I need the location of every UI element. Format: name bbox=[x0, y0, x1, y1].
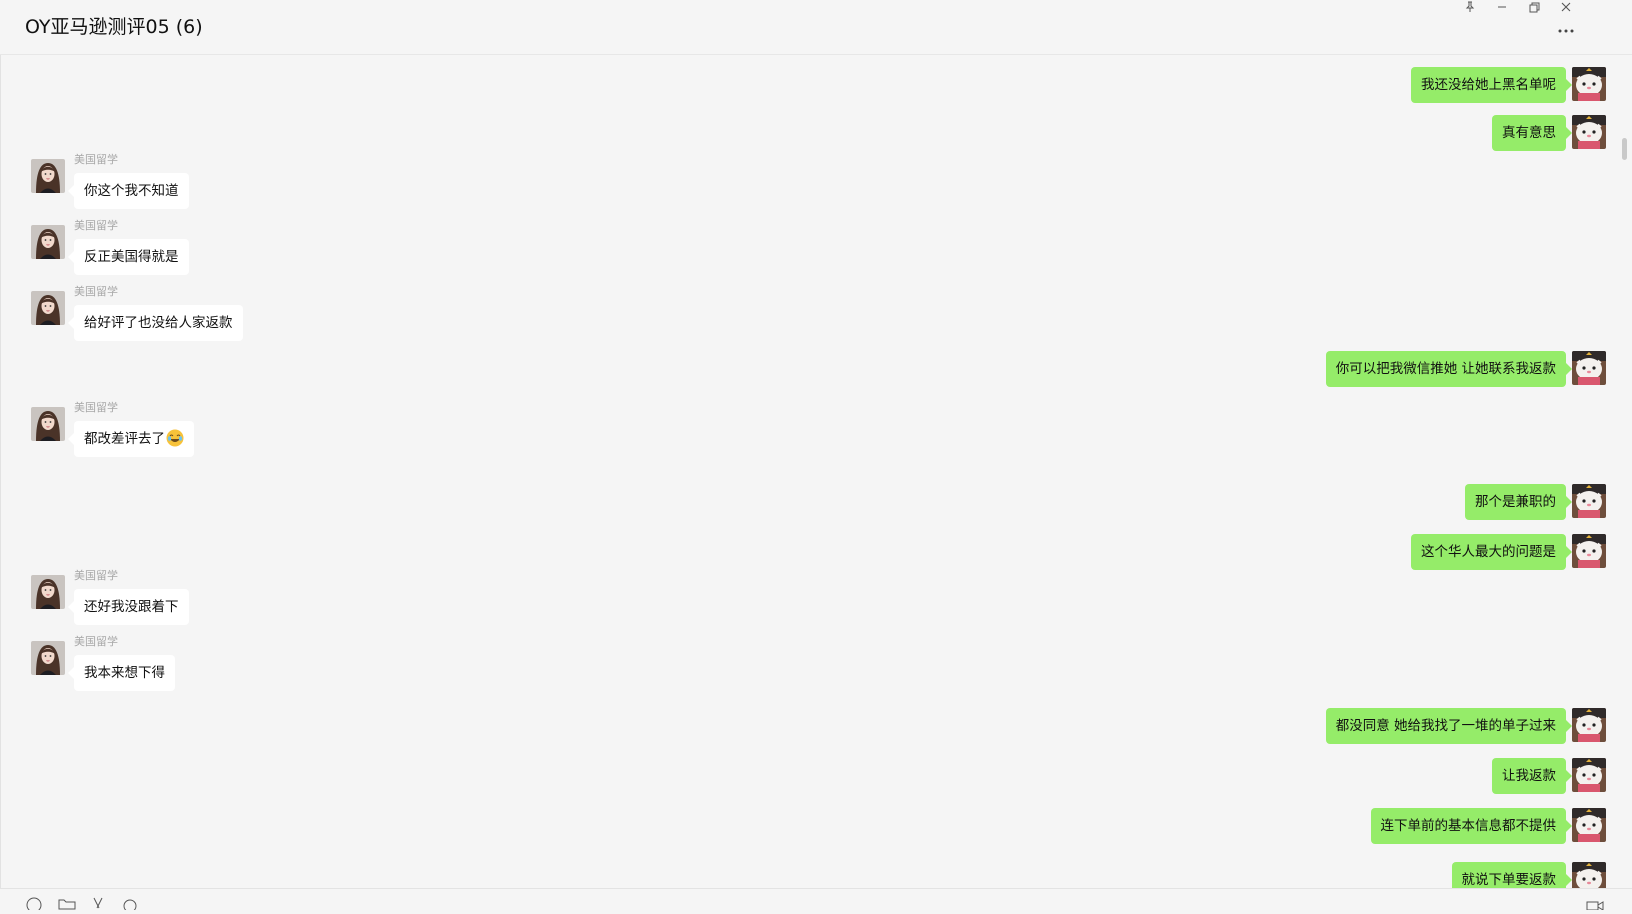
message-bubble[interactable]: 都没同意 她给我找了一堆的单子过来 bbox=[1325, 708, 1573, 744]
message-bubble[interactable]: 给好评了也没给人家返款 bbox=[68, 305, 243, 341]
scrollbar-thumb[interactable] bbox=[1622, 138, 1627, 160]
laughing-crying-emoji bbox=[166, 429, 184, 447]
message-text: 还好我没跟着下 bbox=[84, 599, 179, 615]
message-incoming: 美国留学我本来想下得 bbox=[0, 635, 1616, 701]
sender-avatar[interactable] bbox=[31, 407, 65, 441]
message-outgoing: 连下单前的基本信息都不提供 bbox=[0, 808, 1616, 868]
chat-window: OY亚马逊测评05 (6) 我还没给她上黑名单呢 真有意思 美国留学 你这个我不知道美… bbox=[0, 0, 1632, 913]
video-call-icon[interactable] bbox=[1586, 895, 1604, 911]
chat-history-icon[interactable] bbox=[122, 895, 140, 913]
close-icon[interactable] bbox=[1554, 0, 1578, 14]
sender-name: 美国留学 bbox=[74, 153, 118, 166]
message-text: 这个华人最大的问题是 bbox=[1421, 544, 1556, 560]
message-bubble[interactable]: 反正美国得就是 bbox=[68, 239, 189, 275]
self-avatar[interactable] bbox=[1572, 808, 1606, 842]
self-avatar[interactable] bbox=[1572, 758, 1606, 792]
sender-name: 美国留学 bbox=[74, 569, 118, 582]
message-bubble[interactable]: 我还没给她上黑名单呢 bbox=[1411, 67, 1572, 103]
message-incoming: 美国留学给好评了也没给人家返款 bbox=[0, 285, 1616, 351]
sender-name: 美国留学 bbox=[74, 401, 118, 414]
message-incoming: 美国留学你这个我不知道 bbox=[0, 153, 1616, 219]
message-list[interactable]: 我还没给她上黑名单呢 真有意思 美国留学 你这个我不知道 美国留学 反正美国得就是 美国留学… bbox=[0, 55, 1616, 888]
message-text: 就说下单要返款 bbox=[1461, 872, 1557, 888]
sender-name: 美国留学 bbox=[74, 285, 118, 298]
emoji-icon[interactable] bbox=[26, 895, 44, 913]
message-incoming: 美国留学反正美国得就是 bbox=[0, 219, 1616, 285]
self-avatar[interactable] bbox=[1572, 862, 1606, 888]
sender-avatar[interactable] bbox=[31, 641, 65, 675]
message-text: 你可以把我微信推她 让她联系我返款 bbox=[1335, 361, 1556, 377]
message-incoming: 美国留学都改差评去了 bbox=[0, 401, 1616, 467]
sender-avatar[interactable] bbox=[31, 575, 65, 609]
self-avatar[interactable] bbox=[1572, 67, 1606, 101]
message-text: 让我返款 bbox=[1502, 768, 1556, 784]
sender-avatar[interactable] bbox=[31, 291, 65, 325]
message-bubble[interactable]: 你可以把我微信推她 让她联系我返款 bbox=[1325, 351, 1573, 387]
title-bar: OY亚马逊测评05 (6) bbox=[0, 0, 1632, 55]
message-text: 我还没给她上黑名单呢 bbox=[1421, 77, 1556, 93]
message-bubble[interactable]: 我本来想下得 bbox=[68, 655, 175, 691]
more-icon[interactable] bbox=[1554, 22, 1578, 40]
self-avatar[interactable] bbox=[1572, 534, 1606, 568]
message-text: 反正美国得就是 bbox=[84, 249, 179, 265]
chat-title: OY亚马逊测评05 (6) bbox=[25, 16, 203, 38]
message-bubble[interactable]: 都改差评去了 bbox=[68, 421, 194, 457]
message-bubble[interactable]: 让我返款 bbox=[1492, 758, 1572, 794]
message-incoming: 美国留学还好我没跟着下 bbox=[0, 569, 1616, 635]
sender-name: 美国留学 bbox=[74, 219, 118, 232]
minimize-icon[interactable] bbox=[1490, 0, 1514, 14]
message-bubble[interactable]: 真有意思 bbox=[1492, 115, 1572, 151]
message-text: 真有意思 bbox=[1502, 125, 1556, 141]
pin-icon[interactable] bbox=[1458, 0, 1482, 14]
input-toolbar bbox=[0, 888, 1632, 913]
self-avatar[interactable] bbox=[1572, 708, 1606, 742]
sender-name: 美国留学 bbox=[74, 635, 118, 648]
message-text: 连下单前的基本信息都不提供 bbox=[1380, 818, 1557, 834]
sender-avatar[interactable] bbox=[31, 225, 65, 259]
sender-avatar[interactable] bbox=[31, 159, 65, 193]
self-avatar[interactable] bbox=[1572, 484, 1606, 518]
folder-icon[interactable] bbox=[58, 895, 76, 910]
message-bubble[interactable]: 你这个我不知道 bbox=[68, 173, 189, 209]
message-bubble[interactable]: 那个是兼职的 bbox=[1465, 484, 1572, 520]
message-bubble[interactable]: 就说下单要返款 bbox=[1451, 862, 1572, 888]
message-text: 我本来想下得 bbox=[84, 665, 165, 681]
scissors-icon[interactable] bbox=[92, 895, 110, 909]
self-avatar[interactable] bbox=[1572, 115, 1606, 149]
message-bubble[interactable]: 还好我没跟着下 bbox=[68, 589, 189, 625]
message-outgoing: 你可以把我微信推她 让她联系我返款 bbox=[0, 351, 1616, 411]
restore-icon[interactable] bbox=[1522, 0, 1546, 14]
message-text: 你这个我不知道 bbox=[84, 183, 179, 199]
message-outgoing: 就说下单要返款 bbox=[0, 862, 1616, 888]
self-avatar[interactable] bbox=[1572, 351, 1606, 385]
message-bubble[interactable]: 这个华人最大的问题是 bbox=[1411, 534, 1572, 570]
message-text: 那个是兼职的 bbox=[1475, 494, 1556, 510]
message-text: 给好评了也没给人家返款 bbox=[84, 315, 233, 331]
message-text: 都没同意 她给我找了一堆的单子过来 bbox=[1335, 718, 1556, 734]
message-text: 都改差评去了 bbox=[84, 431, 165, 447]
message-bubble[interactable]: 连下单前的基本信息都不提供 bbox=[1370, 808, 1572, 844]
